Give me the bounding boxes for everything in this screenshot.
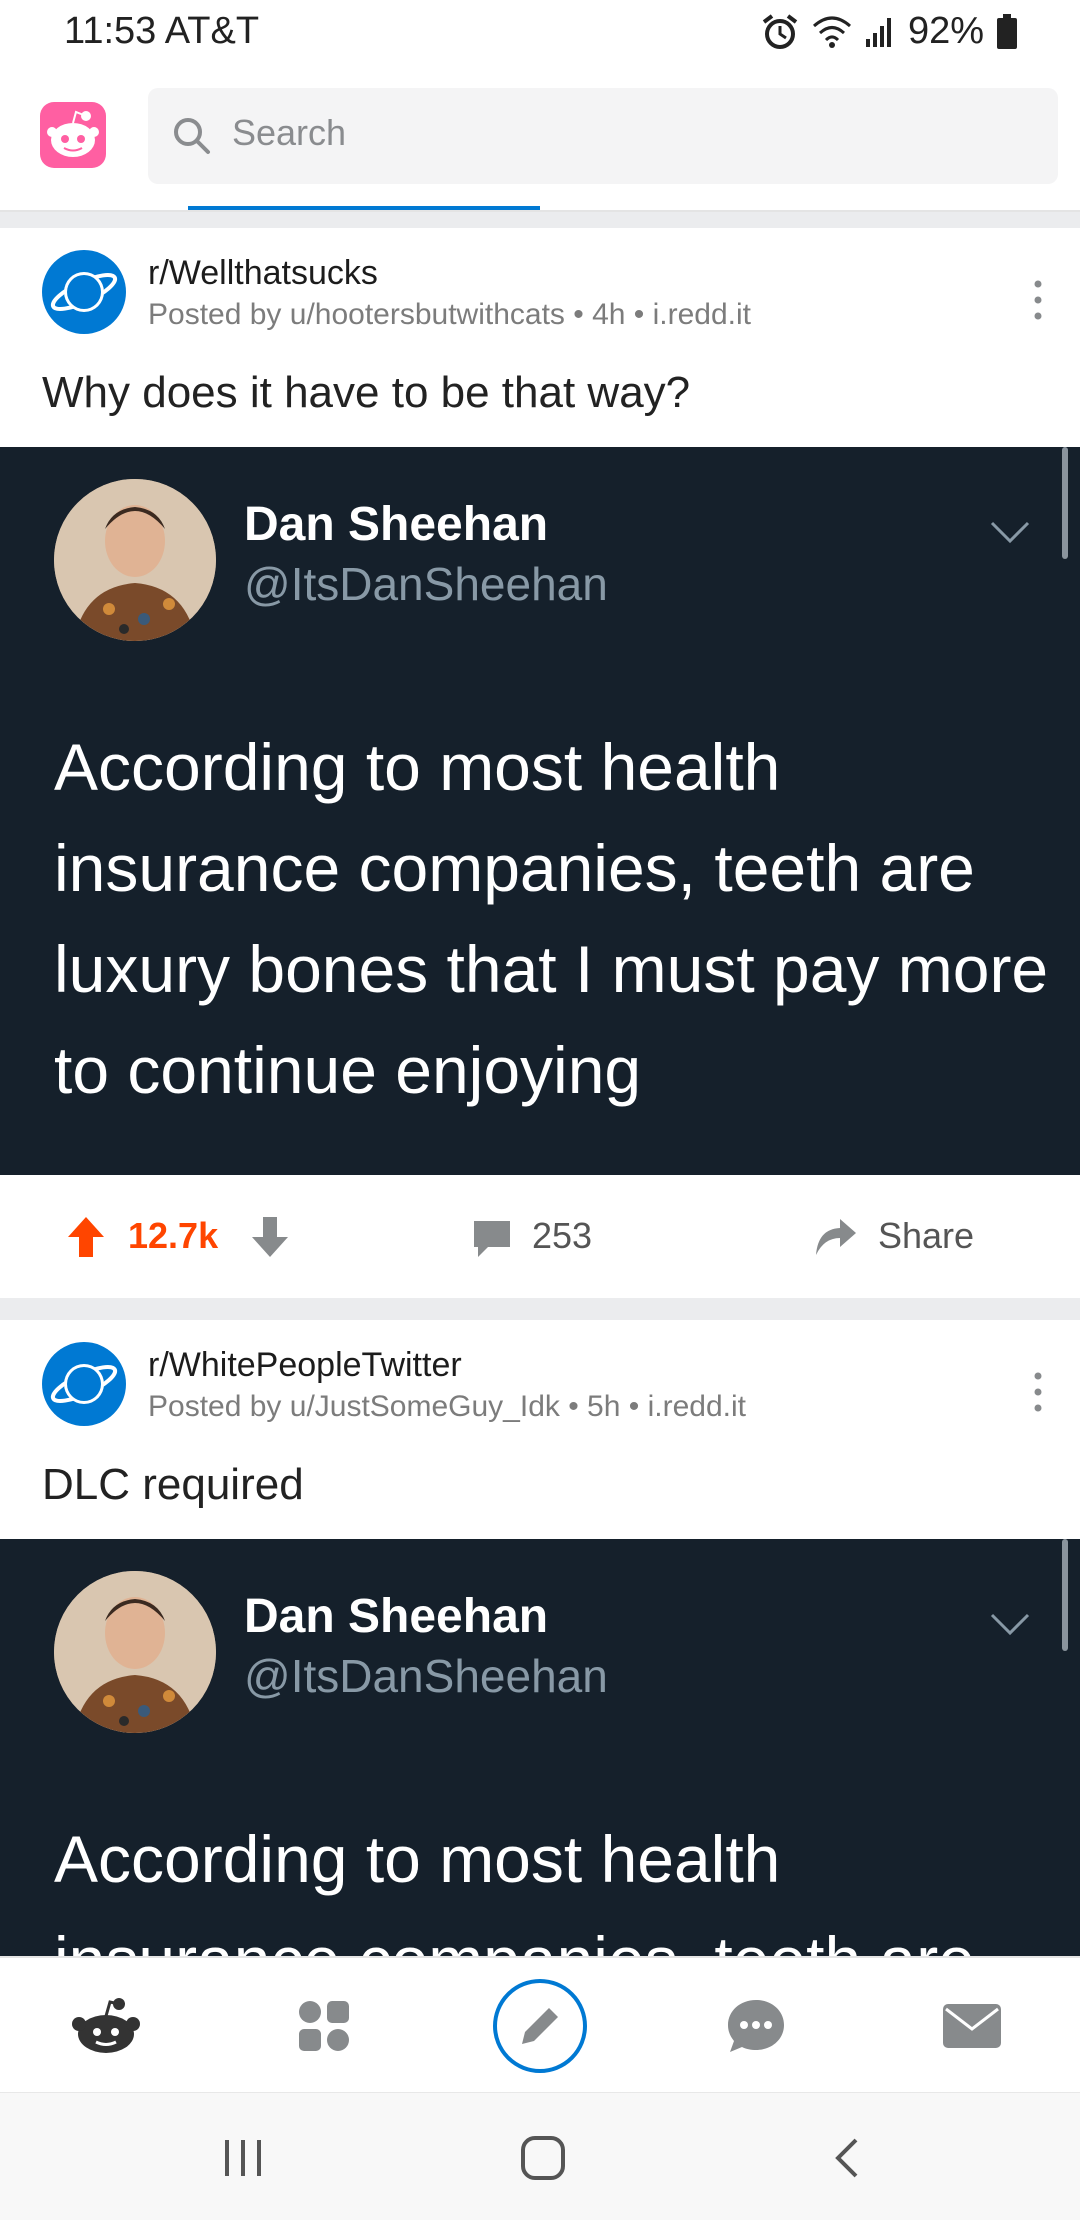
status-time-carrier: 11:53 AT&T xyxy=(64,10,260,52)
home-icon xyxy=(521,2136,565,2180)
signal-icon xyxy=(865,17,891,47)
comment-count[interactable]: 253 xyxy=(532,1215,592,1257)
tweet-avatar xyxy=(54,1571,216,1733)
post-meta: Posted by u/hootersbutwithcats • 4h • i.… xyxy=(148,298,752,331)
post-actions: 12.7k 253 Share xyxy=(0,1175,1080,1301)
post-title[interactable]: Why does it have to be that way? xyxy=(42,368,690,418)
chat-icon xyxy=(728,2000,784,2052)
battery-percent: 92% xyxy=(907,10,984,52)
post-card[interactable]: r/Wellthatsucks Posted by u/hootersbutwi… xyxy=(0,228,1080,1301)
nav-inbox[interactable] xyxy=(902,1958,1042,2094)
post-card[interactable]: r/WhitePeopleTwitter Posted by u/JustSom… xyxy=(0,1320,1080,1956)
planet-icon xyxy=(50,1364,118,1404)
post-title[interactable]: DLC required xyxy=(42,1460,304,1510)
inbox-icon xyxy=(943,2004,1001,2048)
feed-divider xyxy=(0,212,1080,228)
subreddit-name[interactable]: r/Wellthatsucks xyxy=(148,254,378,293)
comment-icon[interactable] xyxy=(472,1219,512,1259)
recent-apps-icon xyxy=(225,2140,261,2176)
more-options-icon[interactable] xyxy=(1026,276,1050,324)
subreddit-avatar[interactable] xyxy=(42,1342,126,1426)
search-input[interactable]: Search xyxy=(148,88,1058,184)
planet-icon xyxy=(50,272,118,312)
nav-communities[interactable] xyxy=(254,1958,394,2094)
wifi-icon xyxy=(812,16,851,48)
battery-icon xyxy=(997,13,1017,49)
tweet-text: According to most health insurance compa… xyxy=(54,730,1049,1107)
search-placeholder: Search xyxy=(232,112,347,153)
app-header: Search xyxy=(0,66,1080,212)
system-navigation-bar xyxy=(0,2092,1080,2220)
tweet-author-name: Dan Sheehan xyxy=(244,1590,549,1643)
communities-icon xyxy=(299,2001,349,2051)
subreddit-name[interactable]: r/WhitePeopleTwitter xyxy=(148,1346,462,1385)
nav-chat[interactable] xyxy=(686,1958,826,2094)
tweet-author-name: Dan Sheehan xyxy=(244,498,549,551)
nav-create-post[interactable] xyxy=(470,1958,610,2094)
feed-divider xyxy=(0,1298,1080,1320)
tweet-author-handle: @ItsDanSheehan xyxy=(244,558,608,610)
tweet-text: According to most health insurance compa… xyxy=(54,1822,975,1956)
home-button[interactable] xyxy=(498,2113,588,2203)
search-icon xyxy=(174,118,210,154)
subreddit-avatar[interactable] xyxy=(42,250,126,334)
tweet-avatar xyxy=(54,479,216,641)
scrollbar xyxy=(1062,1539,1068,1651)
bottom-navigation xyxy=(0,1956,1080,2092)
nav-home[interactable] xyxy=(36,1958,176,2094)
reddit-home-icon xyxy=(72,1998,140,2053)
status-icons: 92% xyxy=(760,10,1018,53)
back-button[interactable] xyxy=(802,2113,892,2203)
upvote-arrow-icon[interactable] xyxy=(66,1215,106,1259)
chevron-down-icon xyxy=(990,1613,1030,1636)
post-image[interactable]: Dan Sheehan @ItsDanSheehan According to … xyxy=(0,1539,1080,1956)
scrollbar xyxy=(1062,447,1068,559)
create-post-icon xyxy=(493,1979,587,2073)
downvote-arrow-icon[interactable] xyxy=(250,1215,290,1259)
status-bar: 11:53 AT&T 92% xyxy=(0,0,1080,66)
post-image[interactable]: Dan Sheehan @ItsDanSheehan According to … xyxy=(0,447,1080,1175)
back-icon xyxy=(835,2138,858,2178)
share-button[interactable]: Share xyxy=(878,1215,974,1257)
alarm-icon xyxy=(762,13,798,49)
tab-indicator xyxy=(188,206,540,210)
share-icon[interactable] xyxy=(814,1215,858,1259)
post-meta: Posted by u/JustSomeGuy_Idk • 5h • i.red… xyxy=(148,1390,746,1423)
recent-apps-button[interactable] xyxy=(198,2113,288,2203)
more-options-icon[interactable] xyxy=(1026,1368,1050,1416)
vote-count: 12.7k xyxy=(128,1215,219,1256)
reddit-avatar-icon[interactable] xyxy=(40,102,106,168)
chevron-down-icon xyxy=(990,521,1030,544)
tweet-author-handle: @ItsDanSheehan xyxy=(244,1650,608,1702)
